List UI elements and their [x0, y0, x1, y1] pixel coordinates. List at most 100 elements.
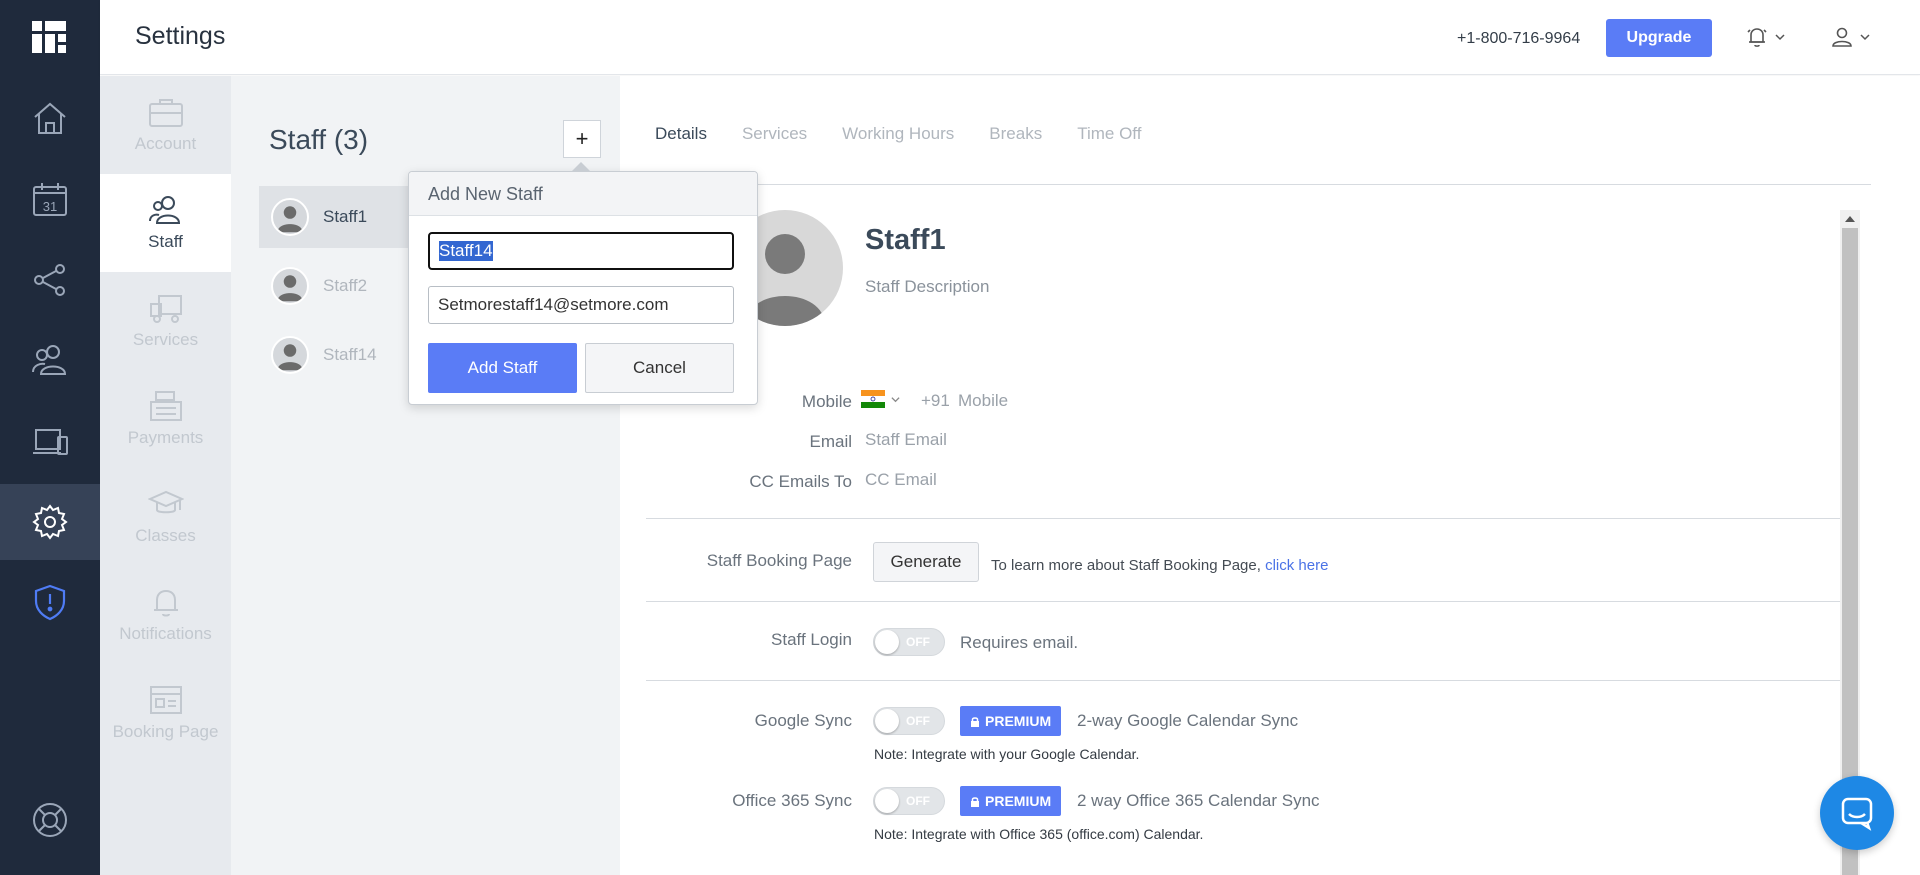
tab-working-hours[interactable]: Working Hours: [842, 124, 954, 144]
scroll-up-arrow-icon[interactable]: [1845, 216, 1855, 222]
country-code-select[interactable]: [861, 390, 900, 408]
rail-security[interactable]: [0, 564, 100, 640]
upgrade-button[interactable]: Upgrade: [1606, 19, 1712, 57]
premium-badge[interactable]: PREMIUM: [960, 706, 1062, 736]
calendar-icon: 31: [33, 183, 67, 216]
shield-icon: [34, 584, 66, 621]
staff-details-panel: Details Services Working Hours Breaks Ti…: [620, 76, 1920, 875]
rail-home[interactable]: [0, 80, 100, 156]
settings-nav-notifications[interactable]: Notifications: [100, 566, 231, 664]
help-icon: [33, 803, 67, 837]
settings-nav-booking-page[interactable]: Booking Page: [100, 664, 231, 762]
google-sync-toggle[interactable]: OFF: [873, 707, 945, 735]
settings-nav-label: Payments: [127, 428, 204, 447]
google-sync-label: Google Sync: [754, 711, 852, 730]
tab-breaks[interactable]: Breaks: [989, 124, 1042, 144]
users-icon: [32, 345, 67, 375]
settings-nav-label: Classes: [135, 526, 196, 545]
lock-icon: [971, 716, 979, 727]
rail-devices[interactable]: [0, 404, 100, 480]
settings-nav-staff[interactable]: Staff: [100, 174, 231, 272]
staff-list-item-name: Staff2: [323, 276, 368, 295]
rail-share[interactable]: [0, 242, 100, 318]
staff-name[interactable]: Staff1: [865, 224, 946, 257]
tab-details[interactable]: Details: [655, 124, 707, 144]
add-staff-button[interactable]: +: [563, 120, 601, 158]
gear-icon: [32, 504, 68, 540]
staff-description[interactable]: Staff Description: [865, 277, 989, 297]
chevron-down-icon: [891, 396, 900, 402]
cancel-button[interactable]: Cancel: [585, 343, 734, 393]
settings-nav-classes[interactable]: Classes: [100, 468, 231, 566]
staff-heading: Staff (3): [269, 124, 369, 155]
premium-badge[interactable]: PREMIUM: [960, 786, 1062, 816]
page-title: Settings: [135, 22, 226, 50]
bell-icon: [1747, 28, 1767, 47]
settings-nav-payments[interactable]: Payments: [100, 370, 231, 468]
staff-login-note: Requires email.: [960, 633, 1079, 652]
settings-nav: Account Staff Services Payments Classes …: [100, 76, 231, 875]
cc-emails-label: CC Emails To: [749, 472, 852, 491]
settings-nav-account[interactable]: Account: [100, 76, 231, 174]
staff-name-input[interactable]: [427, 231, 735, 271]
settings-nav-label: Services: [132, 330, 199, 349]
tabs-divider: [646, 184, 1871, 185]
email-input[interactable]: Staff Email: [865, 430, 947, 450]
settings-nav-label: Booking Page: [112, 722, 219, 741]
chevron-down-icon: [1860, 34, 1870, 41]
home-icon: [34, 102, 66, 134]
office365-sync-toggle[interactable]: OFF: [873, 787, 945, 815]
top-header: Settings +1-800-716-9964 Upgrade: [100, 0, 1920, 75]
tab-services[interactable]: Services: [742, 124, 807, 144]
cc-email-input[interactable]: CC Email: [865, 470, 937, 490]
app-logo-icon[interactable]: [32, 21, 66, 53]
office365-sync-description: 2 way Office 365 Calendar Sync: [1077, 791, 1320, 810]
staff-list-item-name: Staff1: [323, 207, 368, 226]
popup-title: Add New Staff: [409, 172, 757, 216]
add-staff-popup: Add New Staff Add Staff Cancel: [408, 162, 758, 405]
register-icon: [149, 391, 182, 421]
tab-time-off[interactable]: Time Off: [1077, 124, 1141, 144]
account-menu[interactable]: [1830, 25, 1870, 49]
booking-page-icon: [149, 686, 182, 714]
staff-login-toggle[interactable]: OFF: [873, 628, 945, 656]
bell-icon: [153, 589, 178, 617]
devices-icon: [33, 429, 68, 455]
rail-calendar[interactable]: 31: [0, 162, 100, 238]
add-staff-submit-button[interactable]: Add Staff: [428, 343, 577, 393]
rail-settings[interactable]: [0, 484, 100, 560]
section-divider: [646, 518, 1840, 519]
notifications-menu[interactable]: [1745, 25, 1785, 49]
user-icon: [1832, 27, 1852, 47]
lock-icon: [971, 796, 979, 807]
mobile-code: +91: [921, 391, 950, 410]
chat-icon: [1841, 797, 1873, 831]
click-here-link[interactable]: click here: [1265, 557, 1328, 574]
google-sync-description: 2-way Google Calendar Sync: [1077, 711, 1299, 730]
section-divider: [646, 680, 1840, 681]
support-phone: +1-800-716-9964: [1457, 30, 1581, 47]
rail-help[interactable]: [0, 782, 100, 858]
app-rail: 31: [0, 0, 100, 875]
avatar: [271, 198, 309, 236]
mobile-input[interactable]: Mobile: [958, 391, 1008, 411]
staff-email-input[interactable]: [428, 286, 734, 324]
section-divider: [646, 601, 1840, 602]
booking-page-info: To learn more about Staff Booking Page, …: [991, 557, 1329, 574]
graduation-cap-icon: [147, 490, 184, 514]
settings-nav-services[interactable]: Services: [100, 272, 231, 370]
truck-icon: [149, 295, 182, 323]
settings-nav-label: Staff: [148, 232, 183, 251]
chevron-down-icon: [1775, 34, 1785, 41]
generate-button[interactable]: Generate: [873, 542, 979, 582]
share-icon: [34, 264, 65, 296]
staff-icon: [148, 196, 180, 224]
india-flag-icon: [861, 390, 885, 408]
chat-button[interactable]: [1820, 776, 1894, 850]
office365-sync-label: Office 365 Sync: [732, 791, 852, 810]
rail-customers[interactable]: [0, 322, 100, 398]
settings-nav-label: Notifications: [119, 624, 212, 643]
svg-text:31: 31: [43, 199, 57, 214]
office365-sync-note: Note: Integrate with Office 365 (office.…: [874, 826, 1204, 842]
details-tabs: Details Services Working Hours Breaks Ti…: [655, 124, 1176, 144]
